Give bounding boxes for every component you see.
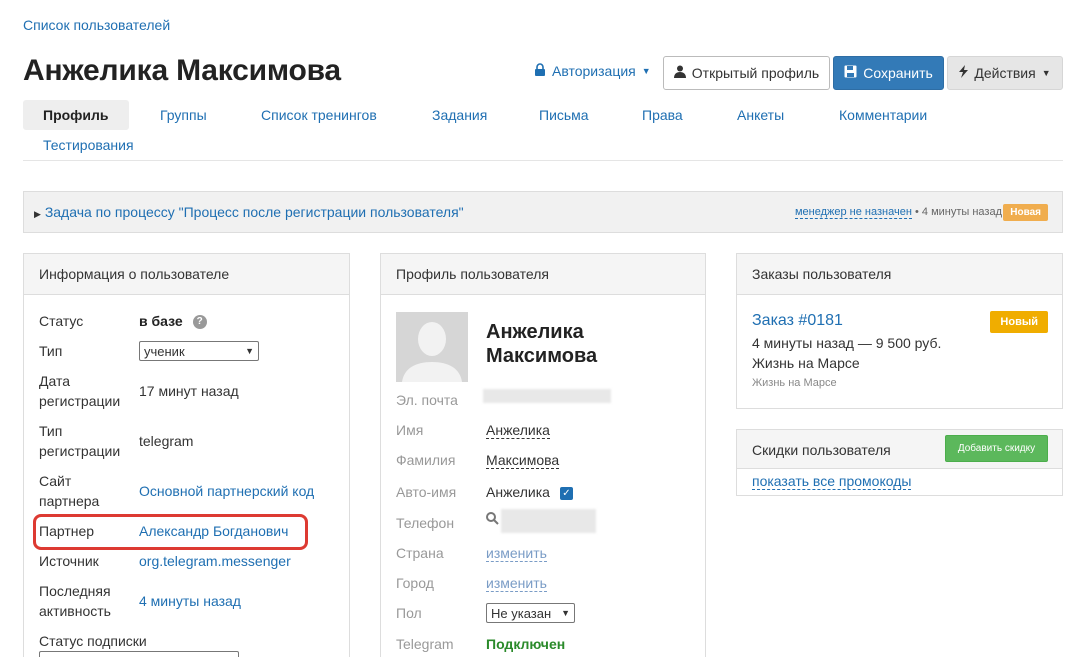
telegram-label: Telegram (396, 636, 454, 652)
status-badge-new: Новая (1003, 204, 1048, 221)
email-label: Эл. почта (396, 392, 458, 408)
tab-groups[interactable]: Группы (140, 100, 227, 130)
tab-profile[interactable]: Профиль (23, 100, 129, 130)
open-profile-label: Открытый профиль (691, 65, 820, 81)
partner-site-label: Сайт партнера (39, 473, 100, 509)
subscription-select[interactable] (39, 651, 239, 657)
city-label: Город (396, 575, 434, 591)
chevron-down-icon: ▼ (245, 346, 254, 356)
type-select[interactable]: ученик ▼ (139, 341, 259, 361)
tab-trainings[interactable]: Список тренингов (241, 100, 397, 130)
user-icon (673, 65, 686, 81)
caret-right-icon: ▶ (34, 209, 41, 219)
tab-comments[interactable]: Комментарии (819, 100, 947, 130)
subscription-status-label: Статус подписки (39, 633, 147, 649)
breadcrumb-users-list[interactable]: Список пользователей (23, 17, 170, 33)
add-discount-button[interactable]: Добавить скидку (945, 435, 1048, 462)
process-task-bar: ▶ Задача по процессу "Процесс после реги… (23, 191, 1063, 233)
first-name-value[interactable]: Анжелика (486, 422, 550, 439)
caret-down-icon: ▼ (1041, 68, 1051, 78)
partner-site-link[interactable]: Основной партнерский код (139, 481, 314, 501)
panel-title: Информация о пользователе (24, 254, 349, 295)
gender-label: Пол (396, 605, 422, 621)
tab-testing[interactable]: Тестирования (23, 130, 154, 160)
caret-down-icon: ▼ (641, 66, 651, 76)
phone-field[interactable] (486, 512, 499, 528)
panel-title: Заказы пользователя (737, 254, 1062, 295)
last-active-label: Последняя активность (39, 583, 111, 619)
process-time: • 4 минуты назад (914, 206, 1002, 218)
status-value: в базе? (139, 311, 207, 331)
avatar (396, 312, 468, 382)
process-task-text: Задача по процессу "Процесс после регист… (44, 204, 464, 220)
tab-letters[interactable]: Письма (519, 100, 609, 130)
open-profile-button[interactable]: Открытый профиль (663, 56, 830, 90)
city-edit-link[interactable]: изменить (486, 575, 547, 592)
order-status-badge: Новый (990, 311, 1048, 333)
help-icon[interactable]: ? (192, 315, 207, 330)
lock-icon (534, 63, 546, 79)
reg-date-value: 17 минут назад (139, 383, 239, 399)
telegram-status: Подключен (486, 636, 566, 652)
page-title: Анжелика Максимова (23, 54, 341, 87)
save-button[interactable]: Сохранить (833, 56, 944, 90)
last-active-link[interactable]: 4 минуты назад (139, 591, 241, 611)
user-discounts-panel: Скидки пользователя Добавить скидку пока… (736, 429, 1063, 496)
auth-label: Авторизация (552, 63, 636, 79)
source-link[interactable]: org.telegram.messenger (139, 551, 291, 571)
country-label: Страна (396, 545, 444, 561)
order-link[interactable]: Заказ #0181 (752, 312, 843, 330)
order-product: Жизнь на Марсе (752, 355, 860, 371)
type-label: Тип (39, 343, 63, 359)
country-edit-link[interactable]: изменить (486, 545, 547, 562)
tabs-divider (23, 160, 1063, 161)
phone-label: Телефон (396, 515, 455, 531)
tab-surveys[interactable]: Анкеты (717, 100, 804, 130)
reg-type-label: Тип регистрации (39, 423, 121, 459)
save-label: Сохранить (863, 65, 933, 81)
last-name-label: Фамилия (396, 452, 456, 468)
source-label: Источник (39, 553, 99, 569)
last-name-value[interactable]: Максимова (486, 452, 560, 469)
process-task-link[interactable]: ▶ Задача по процессу "Процесс после реги… (34, 204, 464, 220)
user-info-panel: Информация о пользователе Статус в базе?… (23, 253, 350, 657)
bolt-icon (959, 65, 969, 81)
floppy-icon (844, 65, 857, 81)
actions-label: Действия (974, 65, 1036, 81)
reg-date-label: Дата регистрации (39, 373, 121, 409)
show-promocodes-link[interactable]: показать все промокоды (752, 473, 912, 490)
partner-link[interactable]: Александр Богданович (139, 521, 288, 541)
reg-type-value: telegram (139, 433, 194, 449)
email-redacted (483, 389, 611, 403)
manager-link[interactable]: менеджер не назначен (794, 206, 912, 219)
tab-rights[interactable]: Права (622, 100, 703, 130)
user-profile-panel: Профиль пользователя Анжелика Максимова Э… (380, 253, 706, 657)
order-meta: 4 минуты назад — 9 500 руб. (752, 335, 942, 351)
auto-name-label: Авто-имя (396, 484, 457, 500)
actions-dropdown[interactable]: Действия ▼ (947, 56, 1063, 90)
gender-select[interactable]: Не указан ▼ (486, 603, 575, 623)
process-meta: менеджер не назначен • 4 минуты назад (794, 206, 1002, 219)
partner-label: Партнер (39, 523, 95, 539)
auth-dropdown[interactable]: Авторизация ▼ (534, 63, 651, 79)
chevron-down-icon: ▼ (561, 608, 570, 618)
search-icon (486, 512, 499, 528)
auto-name-checkbox[interactable]: ✓ (559, 486, 573, 500)
first-name-label: Имя (396, 422, 424, 438)
tab-tasks[interactable]: Задания (412, 100, 507, 130)
phone-redacted (501, 509, 596, 533)
order-product-small: Жизнь на Марсе (752, 377, 837, 389)
panel-title: Профиль пользователя (381, 254, 705, 295)
user-orders-panel: Заказы пользователя Заказ #0181 Новый 4 … (736, 253, 1063, 409)
auto-name-value: Анжелика ✓ (486, 484, 573, 500)
profile-name: Анжелика Максимова (486, 321, 598, 367)
status-label: Статус (39, 313, 84, 329)
